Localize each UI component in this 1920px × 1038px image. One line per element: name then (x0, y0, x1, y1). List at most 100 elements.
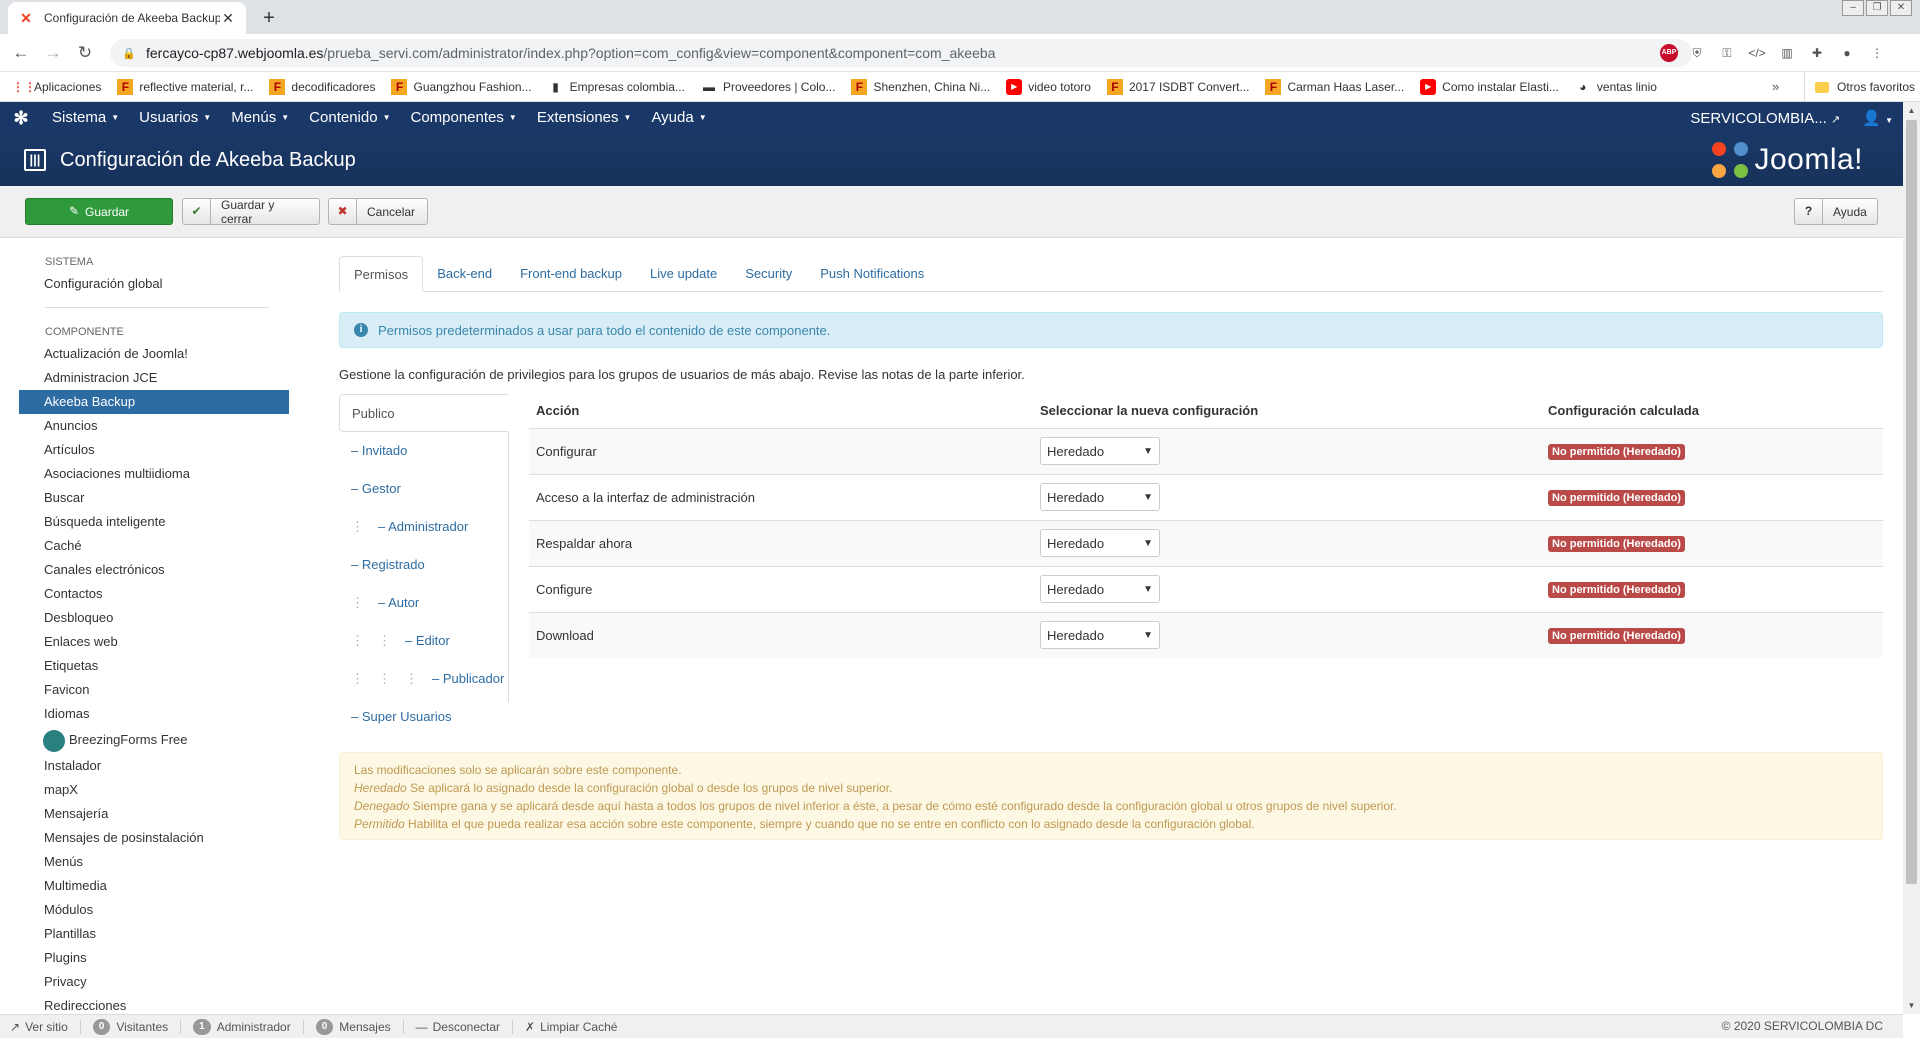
sidebar-item[interactable]: Favicon (19, 678, 289, 702)
sidebar-item[interactable]: Artículos (19, 438, 289, 462)
bookmark-item[interactable]: F Guangzhou Fashion... (391, 78, 532, 95)
other-bookmarks[interactable]: Otros favoritos (1804, 72, 1915, 102)
site-link[interactable]: SERVICOLOMBIA... ↗ (1690, 110, 1840, 127)
cancel-button[interactable]: ✖ Cancelar (328, 198, 428, 225)
user-group-item[interactable]: – Super Usuarios (339, 698, 508, 736)
page-scrollbar[interactable]: ▲ ▼ (1903, 102, 1920, 1014)
sidebar-item[interactable]: Mensajería (19, 802, 289, 826)
scrollbar-thumb[interactable] (1906, 120, 1917, 884)
sidebar-item[interactable]: Akeeba Backup (19, 390, 289, 414)
setting-select[interactable]: Heredado ▼ (1040, 575, 1160, 603)
sidebar-item[interactable]: Administracion JCE (19, 366, 289, 390)
admins-status[interactable]: 1 Administrador (193, 1018, 291, 1035)
profile-icon[interactable]: ● (1836, 42, 1858, 64)
user-group-item[interactable]: ⋮ ⋮ – Editor (339, 622, 508, 660)
user-group-item[interactable]: – Registrado (339, 546, 508, 584)
sidebar-item[interactable]: Plantillas (19, 922, 289, 946)
lock-icon[interactable]: 🔒 (122, 47, 136, 60)
bookmark-item[interactable]: F Carman Haas Laser... (1265, 78, 1404, 95)
sidebar-item[interactable]: Búsqueda inteligente (19, 510, 289, 534)
tab-item[interactable]: Live update (636, 256, 731, 291)
bookmark-item[interactable]: F 2017 ISDBT Convert... (1106, 78, 1249, 95)
menu-item[interactable]: Ayuda ▼ (641, 102, 716, 134)
key-icon[interactable]: ⚿ (1716, 42, 1738, 64)
setting-select[interactable]: Heredado ▼ (1040, 529, 1160, 557)
sidebar-item[interactable]: Contactos (19, 582, 289, 606)
close-window-icon[interactable]: ✕ (1890, 0, 1912, 16)
chart-icon[interactable]: ▥ (1776, 42, 1798, 64)
code-icon[interactable]: </> (1746, 42, 1768, 64)
messages-status[interactable]: 0 Mensajes (315, 1018, 391, 1035)
forward-arrow-icon[interactable]: → (42, 42, 64, 64)
sidebar-item[interactable]: BreezingForms Free (19, 726, 289, 754)
sidebar-item[interactable]: Privacy (19, 970, 289, 994)
sidebar-item[interactable]: Canales electrónicos (19, 558, 289, 582)
bookmark-item[interactable]: F Shenzhen, China Ni... (851, 78, 990, 95)
url-text[interactable]: fercayco-cp87.webjoomla.es/prueba_servi.… (146, 45, 1666, 61)
menu-item[interactable]: Menús ▼ (221, 102, 299, 134)
sidebar-item[interactable]: Enlaces web (19, 630, 289, 654)
scroll-down-icon[interactable]: ▼ (1903, 997, 1920, 1014)
puzzle-icon[interactable]: ✚ (1806, 42, 1828, 64)
sidebar-item[interactable]: Instalador (19, 754, 289, 778)
sidebar-item[interactable]: Asociaciones multiidioma (19, 462, 289, 486)
menu-item[interactable]: Componentes ▼ (400, 102, 526, 134)
menu-item[interactable]: Extensiones ▼ (527, 102, 642, 134)
save-and-close-button[interactable]: ✔ Guardar y cerrar (182, 198, 320, 226)
save-button[interactable]: ✎ Guardar (25, 198, 173, 225)
close-tab-icon[interactable]: ✕ (220, 10, 236, 27)
bookmark-item[interactable]: ◕ ventas linio (1575, 79, 1657, 95)
user-group-item[interactable]: – Invitado (339, 432, 508, 470)
user-group-item[interactable]: ⋮ – Administrador (339, 508, 508, 546)
tab-item[interactable]: Security (731, 256, 806, 291)
sidebar-item[interactable]: Multimedia (19, 874, 289, 898)
bookmarks-overflow-button[interactable]: » (1772, 79, 1779, 94)
restore-icon[interactable]: ❐ (1866, 0, 1888, 16)
bookmark-item[interactable]: ▮ Empresas colombia... (548, 79, 685, 95)
shield-icon[interactable]: ⛨ (1686, 42, 1708, 64)
sidebar-item[interactable]: Anuncios (19, 414, 289, 438)
scroll-up-icon[interactable]: ▲ (1903, 102, 1920, 119)
minimize-icon[interactable]: – (1842, 0, 1864, 16)
user-menu[interactable]: 👤 ▼ (1862, 109, 1893, 127)
browser-menu-icon[interactable]: ⋮ (1866, 42, 1888, 64)
reload-icon[interactable]: ↻ (74, 42, 96, 64)
tab-item[interactable]: Back-end (423, 256, 506, 291)
bookmark-item[interactable]: ⋮⋮ Aplicaciones (12, 79, 101, 95)
sidebar-item[interactable]: Desbloqueo (19, 606, 289, 630)
bookmark-item[interactable]: Fdecodificadores (269, 78, 375, 95)
sidebar-item[interactable]: Plugins (19, 946, 289, 970)
view-site-link[interactable]: ↗ Ver sitio (10, 1020, 68, 1034)
sidebar-item[interactable]: Menús (19, 850, 289, 874)
browser-tab[interactable]: ✕ Configuración de Akeeba Backup ✕ (8, 2, 246, 34)
sidebar-item-global-config[interactable]: Configuración global (19, 272, 289, 296)
user-group-item[interactable]: Publico (339, 394, 509, 432)
address-bar[interactable]: 🔒 fercayco-cp87.webjoomla.es/prueba_serv… (110, 39, 1692, 67)
tab-item[interactable]: Permisos (339, 256, 424, 292)
menu-item[interactable]: Usuarios ▼ (129, 102, 221, 134)
bookmark-item[interactable]: ▶ Como instalar Elasti... (1420, 78, 1559, 95)
clear-cache-link[interactable]: ✗ Limpiar Caché (525, 1020, 617, 1034)
bookmark-item[interactable]: Freflective material, r... (117, 78, 253, 95)
user-group-item[interactable]: – Gestor (339, 470, 508, 508)
sidebar-item[interactable]: mapX (19, 778, 289, 802)
logout-link[interactable]: — Desconectar (416, 1020, 500, 1034)
bookmark-item[interactable]: ▶ video totoro (1006, 78, 1091, 95)
sidebar-item[interactable]: Caché (19, 534, 289, 558)
menu-item[interactable]: Contenido ▼ (299, 102, 400, 134)
visitors-status[interactable]: 0 Visitantes (92, 1018, 168, 1035)
new-tab-button[interactable]: + (255, 5, 283, 31)
sidebar-item[interactable]: Módulos (19, 898, 289, 922)
setting-select[interactable]: Heredado ▼ (1040, 483, 1160, 511)
setting-select[interactable]: Heredado ▼ (1040, 621, 1160, 650)
sidebar-item[interactable]: Idiomas (19, 702, 289, 726)
adblock-icon[interactable]: ABP (1660, 44, 1678, 62)
user-group-item[interactable]: ⋮ – Autor (339, 584, 508, 622)
menu-item[interactable]: Sistema ▼ (42, 102, 129, 134)
back-arrow-icon[interactable]: ← (10, 42, 32, 64)
sidebar-item[interactable]: Mensajes de posinstalación (19, 826, 289, 850)
sidebar-item[interactable]: Etiquetas (19, 654, 289, 678)
help-button[interactable]: ? Ayuda (1794, 198, 1878, 225)
user-group-item[interactable]: ⋮ ⋮ ⋮ – Publicador (339, 660, 508, 698)
sidebar-item[interactable]: Buscar (19, 486, 289, 510)
